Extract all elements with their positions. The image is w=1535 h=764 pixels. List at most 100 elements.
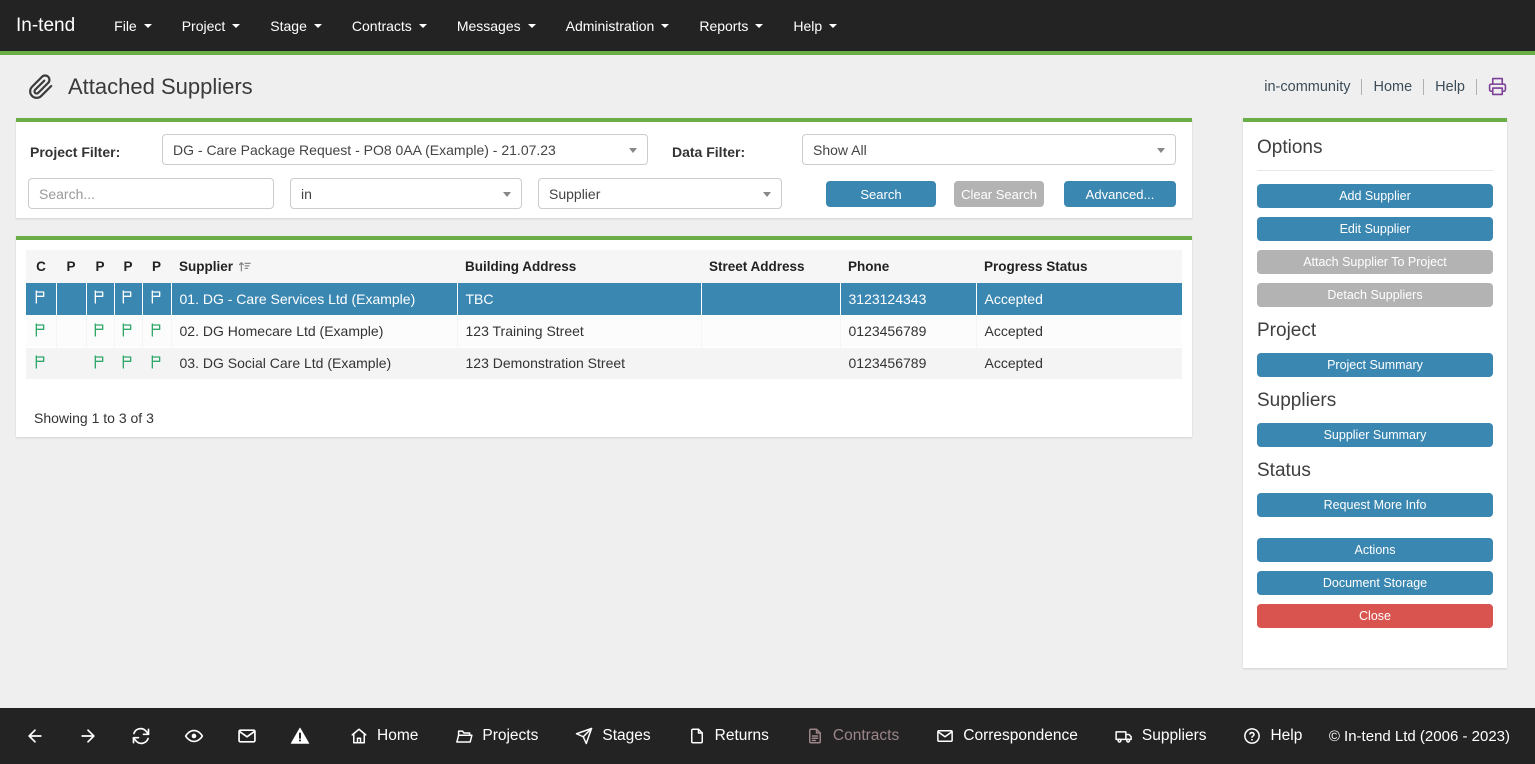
advanced-button[interactable]: Advanced... xyxy=(1064,181,1176,207)
table-row[interactable]: 02. DG Homecare Ltd (Example)123 Trainin… xyxy=(26,315,1182,347)
footer-item-help[interactable]: Help xyxy=(1243,727,1302,745)
cell-street-address xyxy=(701,315,840,347)
table-row[interactable]: 01. DG - Care Services Ltd (Example)TBC3… xyxy=(26,283,1182,315)
column-header-p-2[interactable]: P xyxy=(56,250,86,283)
clear-search-button[interactable]: Clear Search xyxy=(954,181,1044,207)
paperclip-icon xyxy=(28,74,54,100)
footer-item-label: Help xyxy=(1270,727,1302,745)
column-header-p-5[interactable]: P xyxy=(142,250,171,283)
flag-cell xyxy=(142,347,171,379)
menu-help[interactable]: Help xyxy=(778,9,852,43)
footer-bar: HomeProjectsStagesReturnsContractsCorres… xyxy=(0,708,1535,764)
menu-administration[interactable]: Administration xyxy=(551,9,685,43)
separator xyxy=(1476,79,1477,95)
project-filter-select[interactable]: DG - Care Package Request - PO8 0AA (Exa… xyxy=(162,134,648,165)
footer-item-label: Returns xyxy=(715,727,769,745)
flag-cell xyxy=(26,315,56,347)
app-brand[interactable]: In-tend xyxy=(16,15,75,37)
header-link-in-community[interactable]: in-community xyxy=(1264,79,1350,95)
header-link-help[interactable]: Help xyxy=(1435,79,1465,95)
separator xyxy=(1361,79,1362,95)
flag-icon xyxy=(120,354,136,370)
search-operator-select[interactable]: in xyxy=(290,178,522,209)
footer-nav: HomeProjectsStagesReturnsContractsCorres… xyxy=(350,727,1302,745)
chevron-down-icon xyxy=(503,192,511,197)
paper-plane-icon xyxy=(575,727,593,745)
chevron-down-icon xyxy=(232,24,240,28)
actions-button[interactable]: Actions xyxy=(1257,538,1493,562)
mail-icon[interactable] xyxy=(237,726,257,746)
footer-item-correspondence[interactable]: Correspondence xyxy=(936,727,1078,745)
cell-progress-status: Accepted xyxy=(976,347,1182,379)
flag-cell xyxy=(114,347,142,379)
document-storage-button[interactable]: Document Storage xyxy=(1257,571,1493,595)
flag-icon xyxy=(149,322,165,338)
column-header-progress-status[interactable]: Progress Status xyxy=(976,250,1182,283)
footer-item-projects[interactable]: Projects xyxy=(455,727,538,745)
flag-cell xyxy=(114,283,142,315)
column-header-phone[interactable]: Phone xyxy=(840,250,976,283)
chevron-down-icon xyxy=(629,148,637,153)
chevron-down-icon xyxy=(528,24,536,28)
menu-reports[interactable]: Reports xyxy=(684,9,778,43)
copyright-text: © In-tend Ltd (2006 - 2023) xyxy=(1329,728,1510,745)
search-button[interactable]: Search xyxy=(826,181,936,207)
add-supplier-button[interactable]: Add Supplier xyxy=(1257,184,1493,208)
search-field-select[interactable]: Supplier xyxy=(538,178,782,209)
menu-contracts[interactable]: Contracts xyxy=(337,9,442,43)
data-filter-select[interactable]: Show All xyxy=(802,134,1176,165)
column-header-supplier[interactable]: Supplier xyxy=(171,250,457,283)
cell-progress-status: Accepted xyxy=(976,283,1182,315)
footer-item-label: Home xyxy=(377,727,418,745)
supplier-summary-button[interactable]: Supplier Summary xyxy=(1257,423,1493,447)
warning-icon[interactable] xyxy=(290,726,310,746)
menu-stage[interactable]: Stage xyxy=(255,9,337,43)
chevron-down-icon xyxy=(829,24,837,28)
column-header-building-address[interactable]: Building Address xyxy=(457,250,701,283)
chevron-down-icon xyxy=(419,24,427,28)
close-button[interactable]: Close xyxy=(1257,604,1493,628)
edit-supplier-button[interactable]: Edit Supplier xyxy=(1257,217,1493,241)
request-more-info-button[interactable]: Request More Info xyxy=(1257,493,1493,517)
chevron-down-icon xyxy=(755,24,763,28)
table-row[interactable]: 03. DG Social Care Ltd (Example)123 Demo… xyxy=(26,347,1182,379)
footer-item-label: Suppliers xyxy=(1142,727,1207,745)
search-input[interactable] xyxy=(28,178,274,209)
sidebar-heading-status: Status xyxy=(1257,460,1493,482)
data-filter-label: Data Filter: xyxy=(672,144,745,160)
column-header-street-address[interactable]: Street Address xyxy=(701,250,840,283)
column-header-p-3[interactable]: P xyxy=(86,250,114,283)
menu-file[interactable]: File xyxy=(99,9,167,43)
menu-project[interactable]: Project xyxy=(167,9,256,43)
column-header-p-4[interactable]: P xyxy=(114,250,142,283)
flag-icon xyxy=(33,289,49,305)
footer-item-stages[interactable]: Stages xyxy=(575,727,650,745)
sidebar-heading-suppliers: Suppliers xyxy=(1257,390,1493,412)
folder-open-icon xyxy=(455,727,473,745)
cell-building-address: TBC xyxy=(457,283,701,315)
chevron-down-icon xyxy=(1157,148,1165,153)
sidebar-section-status: Status Request More Info xyxy=(1257,460,1493,517)
flag-icon xyxy=(92,289,108,305)
top-navbar: In-tend FileProjectStageContractsMessage… xyxy=(0,0,1535,55)
project-filter-label: Project Filter: xyxy=(30,144,120,160)
printer-icon[interactable] xyxy=(1488,77,1507,96)
refresh-icon[interactable] xyxy=(131,726,151,746)
project-summary-button[interactable]: Project Summary xyxy=(1257,353,1493,377)
footer-item-home[interactable]: Home xyxy=(350,727,418,745)
attach-supplier-to-project-button[interactable]: Attach Supplier To Project xyxy=(1257,250,1493,274)
footer-item-returns[interactable]: Returns xyxy=(688,727,769,745)
cell-street-address xyxy=(701,283,840,315)
footer-item-suppliers[interactable]: Suppliers xyxy=(1115,727,1207,745)
footer-item-label: Stages xyxy=(602,727,650,745)
back-arrow-icon[interactable] xyxy=(25,726,45,746)
column-header-c-1[interactable]: C xyxy=(26,250,56,283)
cell-supplier: 02. DG Homecare Ltd (Example) xyxy=(171,315,457,347)
eye-icon[interactable] xyxy=(184,726,204,746)
menu-messages[interactable]: Messages xyxy=(442,9,551,43)
chevron-down-icon xyxy=(763,192,771,197)
separator xyxy=(1423,79,1424,95)
detach-suppliers-button[interactable]: Detach Suppliers xyxy=(1257,283,1493,307)
forward-arrow-icon[interactable] xyxy=(78,726,98,746)
header-link-home[interactable]: Home xyxy=(1373,79,1412,95)
